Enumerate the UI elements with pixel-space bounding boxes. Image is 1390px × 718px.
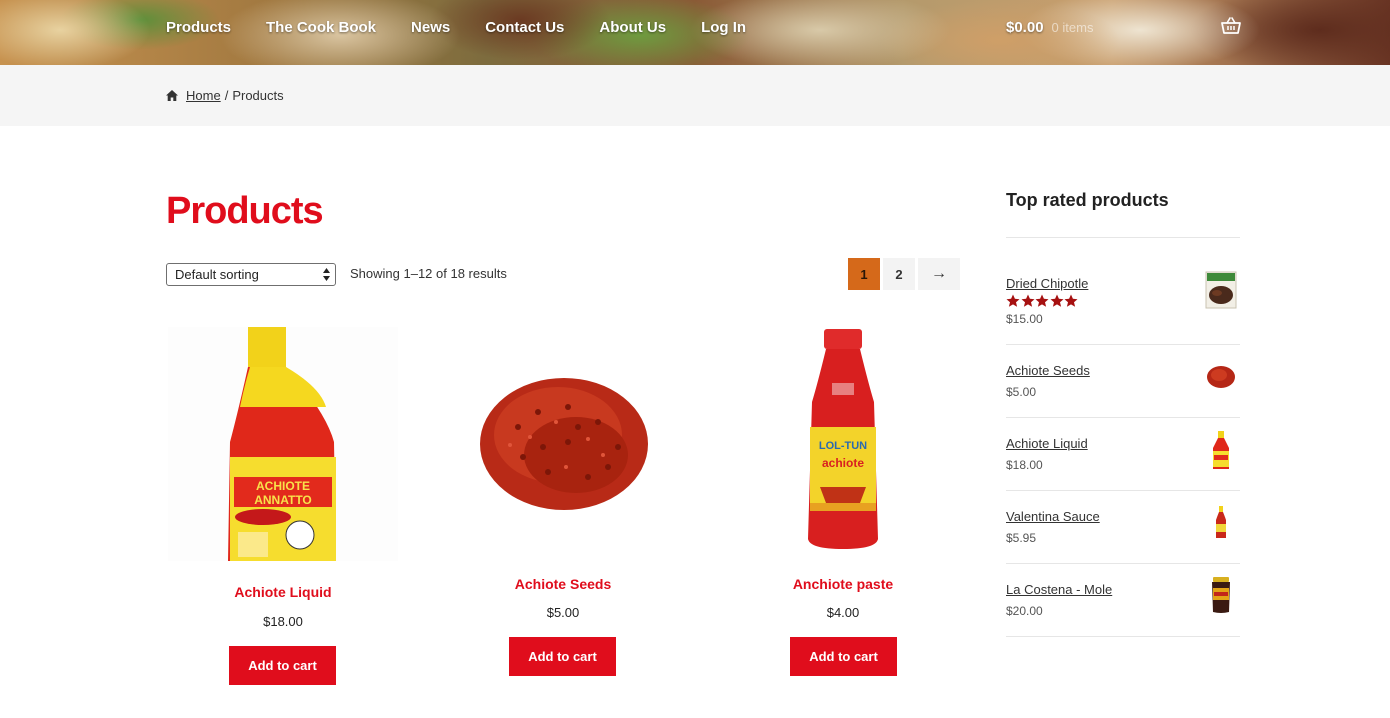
sort-select[interactable]: Default sorting: [166, 263, 336, 286]
top-rated-item-dried-chipotle[interactable]: Dried Chipotle: [1006, 276, 1088, 291]
achiote-seeds-thumbnail[interactable]: [1205, 358, 1237, 396]
product-image-anchiote-paste[interactable]: LOL-TUN achiote: [728, 327, 958, 557]
star-icon: [1035, 294, 1049, 307]
select-arrows-icon: [323, 268, 330, 281]
top-rated-item-achiote-liquid[interactable]: Achiote Liquid: [1006, 436, 1088, 451]
achiote-liquid-thumbnail[interactable]: [1205, 431, 1237, 469]
top-rated-item-achiote-seeds[interactable]: Achiote Seeds: [1006, 363, 1090, 378]
sidebar-divider: [1006, 417, 1240, 418]
top-rated-item-la-costena-mole[interactable]: La Costena - Mole: [1006, 582, 1112, 597]
breadcrumb-current: Products: [232, 88, 284, 103]
svg-text:LOL-TUN: LOL-TUN: [819, 440, 867, 452]
top-rated-price-achiote-liquid: $18.00: [1006, 458, 1043, 472]
product-name-achiote-seeds[interactable]: Achiote Seeds: [448, 576, 678, 592]
sidebar-divider: [1006, 563, 1240, 564]
add-to-cart-button-anchiote-paste[interactable]: Add to cart: [790, 637, 897, 676]
sidebar-divider: [1006, 490, 1240, 491]
top-rated-price-la-costena-mole: $20.00: [1006, 604, 1043, 618]
header-cart[interactable]: $0.00 0 items: [1006, 0, 1093, 54]
breadcrumb-home-link[interactable]: Home: [186, 88, 221, 103]
nav-item-news[interactable]: News: [411, 19, 450, 36]
achiote-seeds-image: [448, 327, 678, 557]
result-count: Showing 1–12 of 18 results: [350, 266, 507, 281]
home-icon: [166, 90, 178, 101]
achiote-liquid-bottle-image: ACHIOTE ANNATTO: [168, 327, 398, 561]
valentina-sauce-thumbnail[interactable]: [1205, 504, 1237, 542]
cart-amount[interactable]: $0.00: [1006, 19, 1044, 36]
pagination-next[interactable]: →: [918, 258, 960, 290]
nav-item-contact-us[interactable]: Contact Us: [485, 19, 564, 36]
top-rated-price-achiote-seeds: $5.00: [1006, 385, 1037, 399]
la-costena-mole-thumbnail[interactable]: [1205, 576, 1237, 614]
breadcrumb-separator: /: [224, 88, 229, 103]
top-rated-item-valentina-sauce[interactable]: Valentina Sauce: [1006, 509, 1100, 524]
svg-text:ANNATTO: ANNATTO: [254, 493, 312, 507]
site-header: Products The Cook Book News Contact Us A…: [0, 0, 1390, 65]
product-name-anchiote-paste[interactable]: Anchiote paste: [728, 576, 958, 592]
product-name-achiote-liquid[interactable]: Achiote Liquid: [168, 584, 398, 600]
breadcrumb: Home / Products: [166, 88, 284, 103]
star-icon: [1021, 294, 1034, 307]
anchiote-paste-bottle-image: LOL-TUN achiote: [728, 327, 958, 557]
nav-item-log-in[interactable]: Log In: [701, 19, 746, 36]
top-rated-price-valentina-sauce: $5.95: [1006, 531, 1037, 545]
nav-item-products[interactable]: Products: [166, 19, 231, 36]
add-to-cart-button-achiote-seeds[interactable]: Add to cart: [509, 637, 616, 676]
sidebar-divider: [1006, 344, 1240, 345]
sidebar-divider: [1006, 237, 1240, 238]
product-image-achiote-liquid[interactable]: ACHIOTE ANNATTO: [168, 327, 398, 561]
top-rated-price-dried-chipotle: $15.00: [1006, 312, 1043, 326]
sidebar-divider: [1006, 636, 1240, 637]
star-icon: [1050, 294, 1063, 307]
product-image-achiote-seeds[interactable]: [448, 327, 678, 557]
dried-chipotle-thumbnail[interactable]: [1205, 271, 1237, 309]
sort-select-value: Default sorting: [175, 267, 259, 282]
star-icon: [1006, 294, 1020, 307]
star-icon: [1064, 294, 1078, 307]
cart-count[interactable]: 0 items: [1052, 20, 1094, 35]
product-price-anchiote-paste: $4.00: [826, 605, 860, 620]
add-to-cart-button-achiote-liquid[interactable]: Add to cart: [229, 646, 336, 685]
breadcrumb-bar: Home / Products: [0, 65, 1390, 126]
svg-text:achiote: achiote: [822, 456, 864, 470]
nav-item-cook-book[interactable]: The Cook Book: [266, 19, 376, 36]
sidebar-title: Top rated products: [1006, 190, 1169, 210]
primary-nav: Products The Cook Book News Contact Us A…: [166, 0, 781, 54]
product-price-achiote-liquid: $18.00: [263, 614, 303, 629]
basket-icon[interactable]: [1221, 17, 1241, 35]
nav-item-about-us[interactable]: About Us: [599, 19, 666, 36]
pagination-page-1[interactable]: 1: [848, 258, 880, 290]
product-price-achiote-seeds: $5.00: [546, 605, 580, 620]
rating-stars: [1006, 294, 1079, 308]
page-title: Products: [166, 190, 324, 232]
pagination-page-2[interactable]: 2: [883, 258, 915, 290]
svg-text:ACHIOTE: ACHIOTE: [256, 479, 310, 493]
